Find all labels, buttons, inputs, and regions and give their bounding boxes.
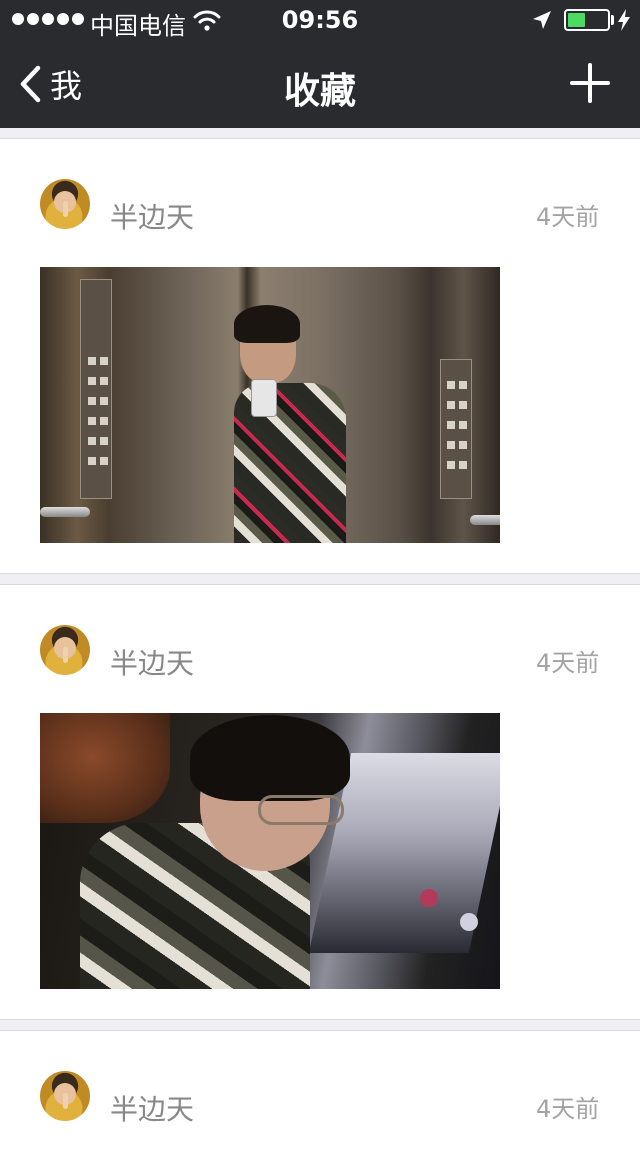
charging-bolt-icon <box>618 9 630 31</box>
photo-car-selfie[interactable] <box>40 713 500 989</box>
favorite-item[interactable]: 半边天 4天前 <box>0 584 640 1020</box>
page-title: 收藏 <box>283 71 356 112</box>
timestamp: 4天前 <box>536 1095 600 1123</box>
battery-tip <box>611 15 614 25</box>
user-name: 半边天 <box>110 201 195 234</box>
battery-icon <box>564 9 610 31</box>
avatar[interactable] <box>40 179 90 229</box>
battery-level <box>568 13 585 27</box>
status-bar: 中国电信 09:56 <box>0 0 640 40</box>
navigation-bar: 我 收藏 <box>0 40 640 128</box>
favorite-item[interactable]: 半边天 4天前 <box>0 138 640 574</box>
favorite-item[interactable]: 半边天 4天前 <box>0 1030 640 1150</box>
plus-icon[interactable] <box>569 62 611 104</box>
user-name: 半边天 <box>110 647 195 680</box>
avatar[interactable] <box>40 625 90 675</box>
timestamp: 4天前 <box>536 203 600 231</box>
photo-elevator-selfie[interactable] <box>40 267 500 543</box>
location-arrow-icon <box>533 11 551 29</box>
user-name: 半边天 <box>110 1093 195 1126</box>
timestamp: 4天前 <box>536 649 600 677</box>
avatar[interactable] <box>40 1071 90 1121</box>
